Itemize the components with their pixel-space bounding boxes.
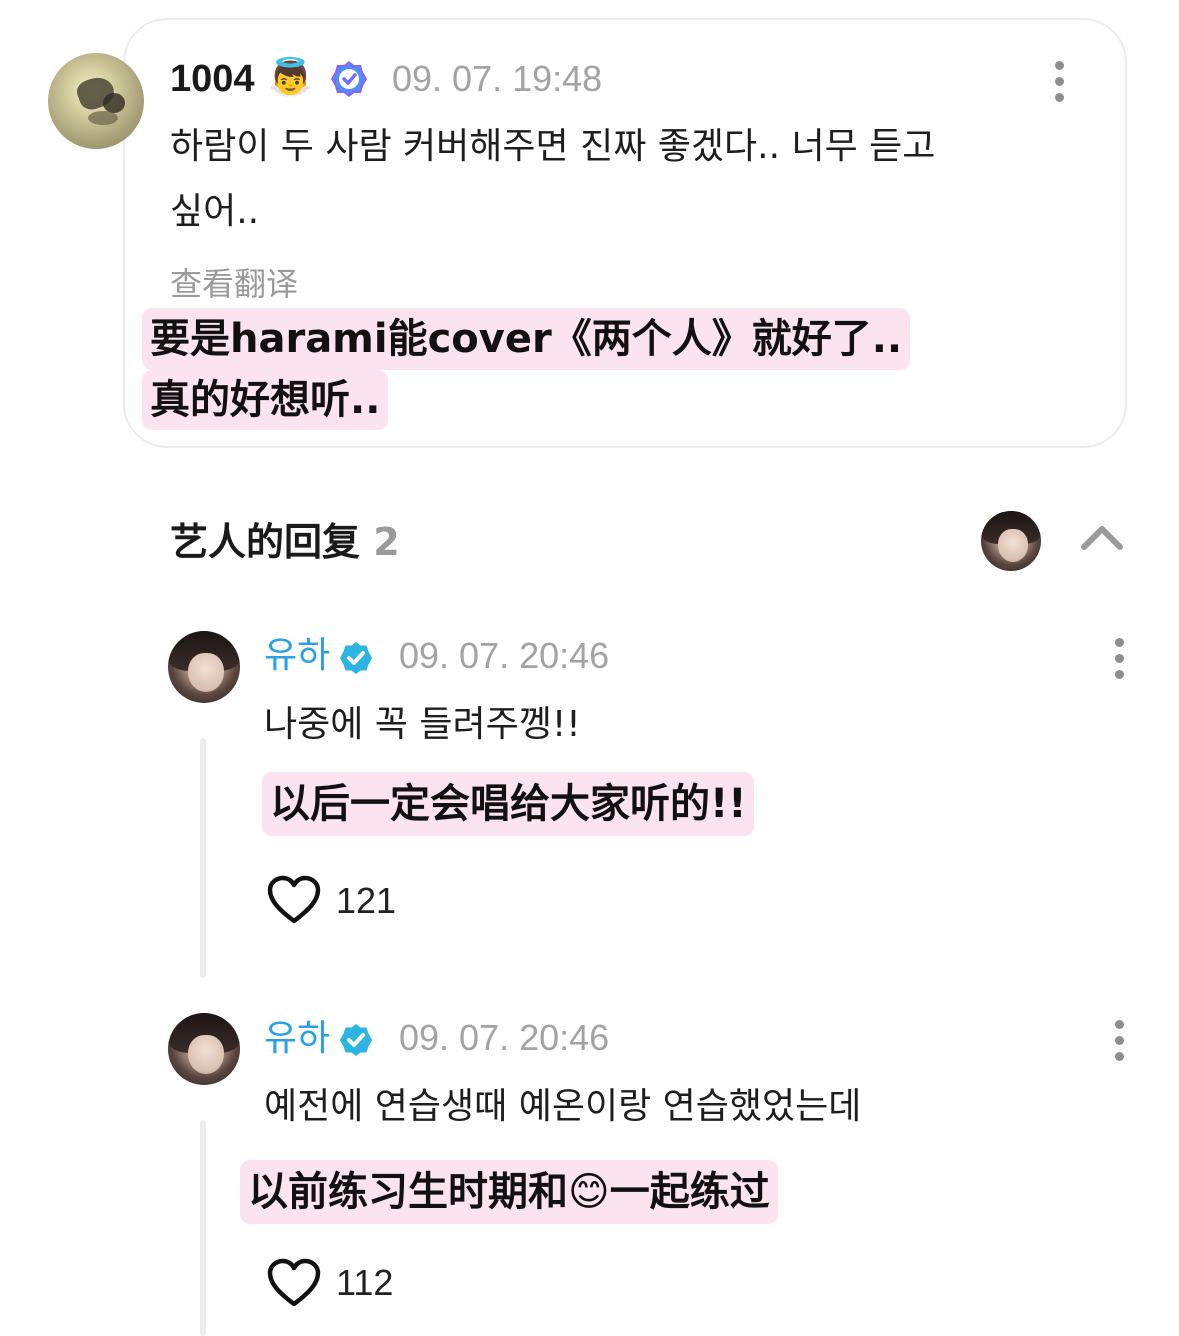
chevron-up-icon[interactable] [1080,523,1124,553]
artist-avatar-small [981,511,1041,571]
comment-username[interactable]: 1004 [170,57,255,101]
reply-username[interactable]: 유하 [264,634,330,676]
reply-translation-caption: 以前练习生时期和😊一起练过 [240,1160,778,1224]
verified-badge-icon [331,61,367,97]
reply-more-icon[interactable] [1112,1020,1126,1068]
verified-badge-icon [340,1024,372,1056]
reply-translation-caption: 以后一定会唱给大家听的!! [262,772,755,836]
comment-more-icon[interactable] [1052,61,1066,109]
replies-count: 2 [373,520,400,564]
smile-emoji: 😊 [568,1169,610,1215]
reply-avatar[interactable] [168,1013,240,1085]
reply-text: 예전에 연습생때 예온이랑 연습했었는데 [264,1086,862,1127]
reply-avatar[interactable] [168,631,240,703]
replies-header[interactable]: 艺人的回复 2 [170,518,400,566]
thread-line [200,1120,206,1336]
caption-text-after: 一起练过 [609,1169,770,1215]
reply-more-icon[interactable] [1112,638,1126,686]
comment-text-line2: 싶어.. [170,191,260,232]
verified-badge-icon [340,642,372,674]
reply-timestamp: 09. 07. 20:46 [399,1017,610,1058]
heart-outline-icon[interactable] [266,875,322,925]
like-count: 121 [336,880,397,921]
angel-emoji: 👼 [268,57,313,98]
heart-outline-icon[interactable] [266,1258,322,1308]
translation-caption-line1: 要是harami能cover《两个人》就好了.. [142,308,911,370]
reply-text: 나중에 꼭 들려주껭!! [264,704,581,745]
user-avatar[interactable] [48,53,144,149]
thread-line [200,738,206,978]
translate-link[interactable]: 查看翻译 [170,262,298,306]
comment-timestamp: 09. 07. 19:48 [392,58,603,99]
caption-text-before: 以前练习生时期和 [248,1169,568,1215]
replies-title: 艺人的回复 [170,520,361,564]
reply-timestamp: 09. 07. 20:46 [399,635,610,676]
like-count: 112 [336,1262,394,1303]
comment-text-line1: 하람이 두 사람 커버해주면 진짜 좋겠다.. 너무 듣고 [170,126,936,167]
translation-caption-line2: 真的好想听.. [142,370,389,430]
reply-username[interactable]: 유하 [264,1017,330,1059]
